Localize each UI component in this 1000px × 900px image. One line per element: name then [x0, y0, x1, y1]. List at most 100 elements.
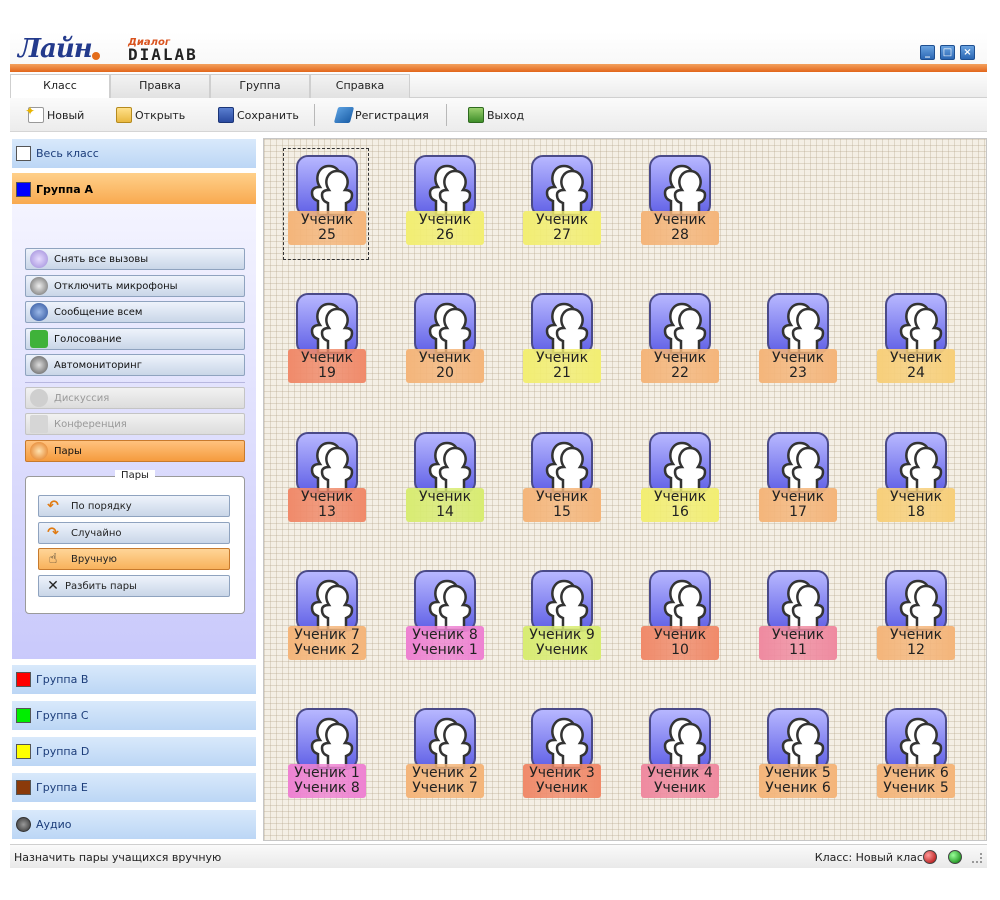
- student-name-line1: Ученик: [300, 350, 354, 366]
- student-tile[interactable]: Ученик 2 Ученик 7: [402, 702, 486, 812]
- student-name-label: Ученик 7 Ученик 2: [288, 626, 366, 660]
- student-name-line1: Ученик 1: [294, 765, 360, 781]
- student-tile[interactable]: Ученик 19: [284, 287, 368, 397]
- resize-grip-icon[interactable]: [972, 853, 982, 863]
- student-name-line1: Ученик: [771, 627, 825, 643]
- student-name-line2: 26: [436, 227, 454, 243]
- student-tile[interactable]: Ученик 9 Ученик: [519, 564, 603, 674]
- student-tile[interactable]: Ученик 27: [519, 149, 603, 259]
- pairs-random-button[interactable]: ↷ Случайно: [38, 522, 230, 544]
- maximize-button[interactable]: □: [940, 45, 955, 60]
- student-name-label: Ученик 26: [406, 211, 484, 245]
- student-name-label: Ученик 9 Ученик: [523, 626, 601, 660]
- student-avatar-icon: [885, 432, 947, 494]
- group-label: Группа D: [36, 745, 90, 758]
- mute-microphones-button[interactable]: Отключить микрофоны: [25, 275, 245, 297]
- break-pairs-button[interactable]: ✕ Разбить пары: [38, 575, 230, 597]
- student-tile[interactable]: Ученик 1 Ученик 8: [284, 702, 368, 812]
- student-avatar-icon: [649, 155, 711, 217]
- student-tile[interactable]: Ученик 22: [637, 287, 721, 397]
- student-tile[interactable]: Ученик 11: [755, 564, 839, 674]
- voting-button[interactable]: Голосование: [25, 328, 245, 350]
- register-button[interactable]: Регистрация: [333, 106, 429, 124]
- student-tile[interactable]: Ученик 6 Ученик 5: [873, 702, 957, 812]
- group-c[interactable]: Группа C: [12, 700, 256, 730]
- student-name-label: Ученик 27: [523, 211, 601, 245]
- conference-button[interactable]: Конференция: [25, 413, 245, 435]
- group-color-swatch: [16, 744, 31, 759]
- student-name-line1: Ученик: [300, 212, 354, 228]
- student-avatar-icon: [296, 293, 358, 355]
- audio-section[interactable]: Аудио: [12, 809, 256, 839]
- save-button[interactable]: Сохранить: [218, 106, 299, 124]
- group-d[interactable]: Группа D: [12, 736, 256, 766]
- student-tile[interactable]: Ученик 3 Ученик: [519, 702, 603, 812]
- pairs-button-label: Случайно: [71, 527, 122, 539]
- message-icon: [30, 303, 48, 321]
- student-avatar-icon: [414, 708, 476, 770]
- student-tile[interactable]: Ученик 23: [755, 287, 839, 397]
- auto-monitoring-button[interactable]: Автомониторинг: [25, 354, 245, 376]
- new-button[interactable]: ✦ Новый: [25, 104, 84, 124]
- student-name-label: Ученик 4 Ученик: [641, 764, 719, 798]
- student-avatar-icon: [885, 293, 947, 355]
- student-tile[interactable]: Ученик 15: [519, 426, 603, 536]
- student-tile[interactable]: Ученик 12: [873, 564, 957, 674]
- close-button[interactable]: ×: [960, 45, 975, 60]
- cancel-all-calls-button[interactable]: Снять все вызовы: [25, 248, 245, 270]
- student-avatar-icon: [531, 155, 593, 217]
- student-tile[interactable]: Ученик 18: [873, 426, 957, 536]
- group-color-swatch: [16, 780, 31, 795]
- student-name-line2: 17: [789, 504, 807, 520]
- exit-button[interactable]: Выход: [468, 106, 524, 124]
- message-all-button[interactable]: Сообщение всем: [25, 301, 245, 323]
- floppy-disk-icon: [218, 107, 234, 123]
- student-name-line1: Ученик 4: [647, 765, 713, 781]
- pairs-button-label: Разбить пары: [65, 580, 137, 592]
- student-tile[interactable]: Ученик 7 Ученик 2: [284, 564, 368, 674]
- tab-group[interactable]: Группа: [210, 74, 310, 98]
- group-whole-class[interactable]: Весь класс: [12, 138, 256, 168]
- student-tile[interactable]: Ученик 16: [637, 426, 721, 536]
- student-tile[interactable]: Ученик 20: [402, 287, 486, 397]
- student-tile[interactable]: Ученик 8 Ученик 1: [402, 564, 486, 674]
- tab-help[interactable]: Справка: [310, 74, 410, 98]
- pairs-manual-button[interactable]: ☝ Вручную: [38, 548, 230, 570]
- student-tile[interactable]: Ученик 26: [402, 149, 486, 259]
- pairs-button-label: По порядку: [71, 500, 132, 512]
- student-avatar-icon: [531, 293, 593, 355]
- student-tile[interactable]: Ученик 28: [637, 149, 721, 259]
- student-tile[interactable]: Ученик 17: [755, 426, 839, 536]
- tab-class[interactable]: Класс: [10, 74, 110, 99]
- student-tile[interactable]: Ученик 25: [283, 148, 369, 260]
- open-button[interactable]: Открыть: [116, 106, 185, 124]
- conference-icon: [30, 415, 48, 433]
- student-avatar-icon: [296, 708, 358, 770]
- tab-edit[interactable]: Правка: [110, 74, 210, 98]
- discussion-button[interactable]: Дискуссия: [25, 387, 245, 409]
- student-name-line2: 15: [553, 504, 571, 520]
- minimize-button[interactable]: _: [920, 45, 935, 60]
- student-tile[interactable]: Ученик 5 Ученик 6: [755, 702, 839, 812]
- group-color-swatch: [16, 146, 31, 161]
- student-tile[interactable]: Ученик 14: [402, 426, 486, 536]
- pairs-button[interactable]: Пары: [25, 440, 245, 462]
- pairs-in-order-button[interactable]: ↶ По порядку: [38, 495, 230, 517]
- group-e[interactable]: Группа E: [12, 772, 256, 802]
- student-tile[interactable]: Ученик 13: [284, 426, 368, 536]
- group-a[interactable]: Группа A: [12, 172, 256, 206]
- student-tile[interactable]: Ученик 24: [873, 287, 957, 397]
- group-b[interactable]: Группа B: [12, 664, 256, 694]
- student-name-line2: 24: [907, 365, 925, 381]
- student-name-line2: Ученик: [535, 780, 589, 796]
- student-tile[interactable]: Ученик 4 Ученик: [637, 702, 721, 812]
- student-tile[interactable]: Ученик 10: [637, 564, 721, 674]
- student-avatar-icon: [649, 570, 711, 632]
- student-avatar-icon: [414, 155, 476, 217]
- student-name-label: Ученик 2 Ученик 7: [406, 764, 484, 798]
- student-name-line2: Ученик 6: [765, 780, 831, 796]
- student-avatar-icon: [767, 708, 829, 770]
- student-tile[interactable]: Ученик 21: [519, 287, 603, 397]
- student-name-label: Ученик 15: [523, 488, 601, 522]
- student-name-line2: 23: [789, 365, 807, 381]
